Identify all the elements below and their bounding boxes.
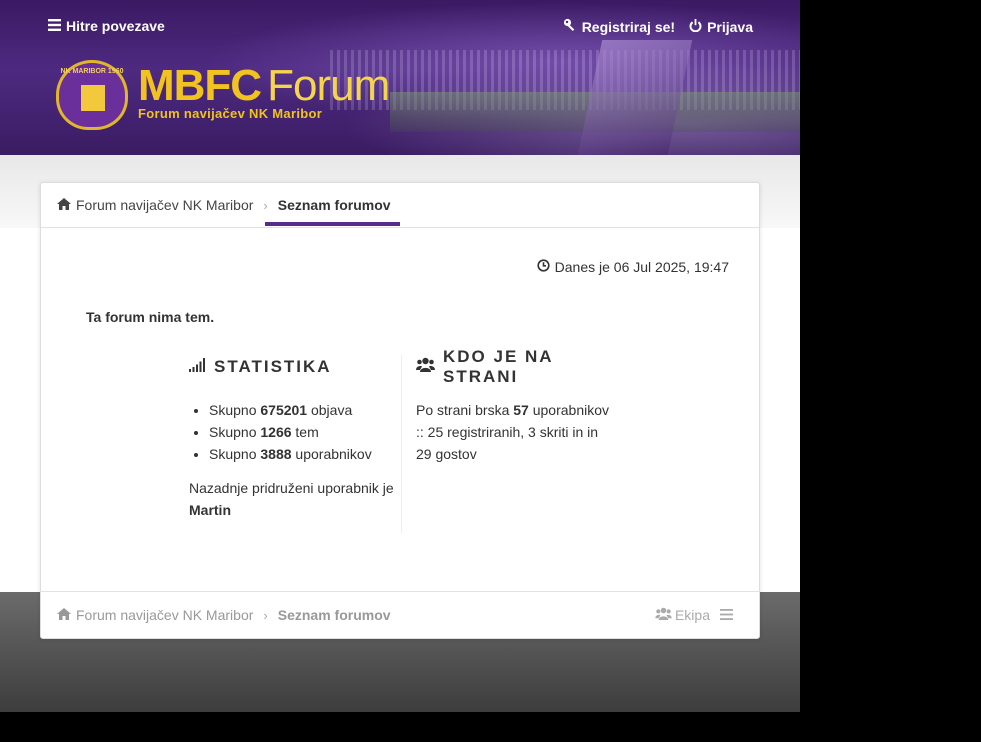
breadcrumb: Forum navijačev NK Maribor › Seznam foru…	[57, 197, 391, 213]
breadcrumb-home-link[interactable]: Forum navijačev NK Maribor	[57, 197, 253, 213]
top-navigation: Hitre povezave Registriraj se! Prijava	[0, 18, 800, 38]
users-icon	[416, 357, 435, 377]
newest-member-link[interactable]: Martin	[189, 502, 231, 518]
newest-member: Nazadnje pridruženi uporabnik je Martin	[189, 477, 401, 521]
footer-breadcrumb-bar: Forum navijačev NK Maribor › Seznam foru…	[41, 591, 759, 638]
register-label: Registriraj se!	[581, 18, 676, 35]
users-icon	[655, 607, 672, 623]
section-divider	[401, 355, 402, 533]
clock-icon	[537, 259, 550, 275]
site-header: Hitre povezave Registriraj se! Prijava N…	[0, 0, 800, 155]
quick-links-button[interactable]: Hitre povezave	[48, 18, 165, 34]
footer-current-link[interactable]: Seznam forumov	[278, 607, 391, 623]
breadcrumb-current-link[interactable]: Seznam forumov	[278, 197, 391, 213]
who-is-online-title-text: KDO JE NA STRANI	[443, 347, 553, 386]
key-icon	[563, 18, 577, 35]
register-link[interactable]: Registriraj se!	[563, 18, 675, 35]
footer-breadcrumb: Forum navijačev NK Maribor › Seznam foru…	[57, 607, 391, 623]
logo-forum: Forum	[267, 61, 390, 110]
team-link[interactable]: Ekipa	[655, 607, 710, 623]
stat-users: Skupno 3888 uporabnikov	[209, 443, 401, 465]
breadcrumb-home-label: Forum navijačev NK Maribor	[76, 197, 254, 213]
online-prefix: Po strani brska	[416, 402, 510, 418]
club-crest: NK MARIBOR 1960	[56, 60, 128, 130]
stat-posts: Skupno 675201 objava	[209, 399, 401, 421]
no-topics-message: Ta forum nima tem.	[86, 309, 215, 325]
statistics-title: STATISTIKA	[189, 355, 401, 379]
stat-posts-suffix: objava	[310, 402, 353, 418]
stat-topics-value: 1266	[260, 424, 292, 440]
who-is-online-section: KDO JE NA STRANI Po strani brska 57 upor…	[416, 347, 616, 465]
breadcrumb-bar: Forum navijačev NK Maribor › Seznam foru…	[41, 183, 759, 228]
home-icon	[57, 197, 71, 213]
quick-links-label: Hitre povezave	[66, 18, 165, 34]
stat-posts-prefix: Skupno	[209, 402, 257, 418]
who-is-online-text: Po strani brska 57 uporabnikov :: 25 reg…	[416, 399, 616, 465]
current-date: Danes je 06 Jul 2025, 19:47	[537, 259, 729, 275]
site-logo[interactable]: NK MARIBOR 1960 MBFC Forum Forum navijače…	[56, 60, 390, 130]
chevron-right-icon: ›	[263, 197, 268, 213]
login-link[interactable]: Prijava	[689, 18, 753, 35]
crest-text: NK MARIBOR 1960	[60, 68, 124, 75]
menu-icon[interactable]	[720, 607, 733, 623]
footer-home-label: Forum navijačev NK Maribor	[76, 607, 254, 623]
statistics-section: STATISTIKA Skupno 675201 objava Skupno 1…	[189, 355, 401, 521]
active-tab-indicator	[265, 222, 400, 226]
team-label: Ekipa	[674, 607, 710, 623]
stat-topics: Skupno 1266 tem	[209, 421, 401, 443]
who-is-online-title: KDO JE NA STRANI	[416, 347, 616, 386]
newest-member-prefix: Nazadnje pridruženi uporabnik je	[189, 480, 394, 496]
date-text: Danes je 06 Jul 2025, 19:47	[554, 259, 729, 275]
hamburger-icon	[48, 18, 61, 34]
stat-topics-suffix: tem	[295, 424, 319, 440]
page: Hitre povezave Registriraj se! Prijava N…	[0, 0, 800, 712]
chevron-right-icon: ›	[263, 607, 268, 623]
footer-home-link[interactable]: Forum navijačev NK Maribor	[57, 607, 253, 623]
online-count: 57	[513, 402, 529, 418]
power-icon	[689, 18, 702, 35]
castle-icon	[81, 85, 105, 111]
home-icon	[57, 607, 71, 623]
stat-topics-prefix: Skupno	[209, 424, 257, 440]
login-label: Prijava	[707, 18, 753, 35]
stat-users-value: 3888	[260, 446, 292, 462]
statistics-list: Skupno 675201 objava Skupno 1266 tem Sku…	[189, 399, 401, 465]
stat-users-prefix: Skupno	[209, 446, 257, 462]
stat-users-suffix: uporabnikov	[295, 446, 372, 462]
footer-actions: Ekipa	[655, 607, 733, 623]
statistics-title-text: STATISTIKA	[214, 357, 332, 376]
content-card: Forum navijačev NK Maribor › Seznam foru…	[40, 182, 760, 639]
stat-posts-value: 675201	[260, 402, 308, 418]
logo-mbfc: MBFC	[138, 61, 262, 110]
signal-bars-icon	[189, 357, 206, 377]
